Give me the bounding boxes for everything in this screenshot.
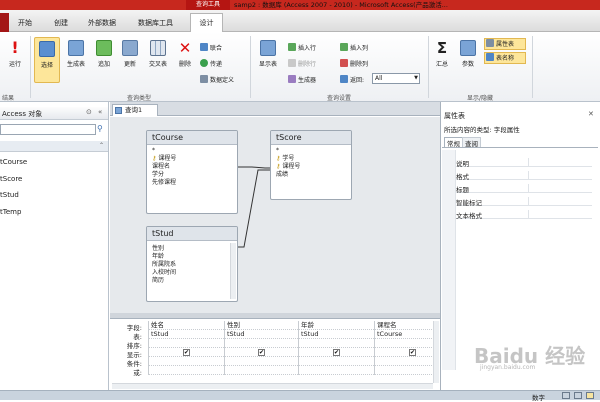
tab-general[interactable]: 常规 xyxy=(444,137,463,148)
tab-lookup[interactable]: 查阅 xyxy=(462,137,481,148)
property-sheet-title: 属性表 xyxy=(444,112,465,120)
row-label-table: 表: xyxy=(133,333,142,341)
grid-table-cell[interactable]: tStud xyxy=(298,330,374,339)
primary-key-icon: ⚷ xyxy=(152,155,157,162)
property-row-description[interactable]: 说明 xyxy=(456,158,592,168)
grid-vertical-scrollbar[interactable] xyxy=(433,321,439,383)
grid-or-cell[interactable] xyxy=(148,366,224,375)
grid-table-cell[interactable]: tCourse xyxy=(374,330,436,339)
datasheet-view-icon[interactable] xyxy=(562,392,570,399)
grid-show-cell: ✔ xyxy=(148,348,224,357)
grid-column-3: 年龄 tStud ✔ xyxy=(298,321,374,375)
grid-column-1: 姓名 tStud ✔ xyxy=(148,321,224,375)
grid-or-cell[interactable] xyxy=(298,366,374,375)
show-checkbox[interactable]: ✔ xyxy=(183,349,190,356)
grid-field-cell[interactable]: 性别 xyxy=(224,321,298,330)
property-value-divider xyxy=(528,184,529,193)
primary-key-icon: ⚷ xyxy=(276,155,281,162)
table-title: tStud xyxy=(147,227,237,241)
property-value-divider xyxy=(528,158,529,167)
table-tcourse[interactable]: tCourse * ⚷ 课程号 课程名 学分 先修课程 xyxy=(146,130,238,214)
property-row-smart-tags[interactable]: 智能标记 xyxy=(456,197,592,207)
grid-row-labels: 字段: 表: 排序: 显示: 条件: 或: xyxy=(112,322,146,377)
row-label-sort: 排序: xyxy=(126,342,142,350)
sql-view-icon[interactable] xyxy=(574,392,582,399)
table-title: tCourse xyxy=(147,131,237,145)
grid-criteria-cell[interactable] xyxy=(148,357,224,366)
relationship-line-course-score xyxy=(237,166,270,169)
grid-or-cell[interactable] xyxy=(374,366,436,375)
field-row[interactable]: 先修课程 xyxy=(147,179,237,187)
row-label-show: 显示: xyxy=(126,351,142,359)
field-row[interactable]: 性别 xyxy=(147,245,237,253)
grid-sort-cell[interactable] xyxy=(224,339,298,348)
grid-sort-cell[interactable] xyxy=(374,339,436,348)
grid-table-cell[interactable]: tStud xyxy=(148,330,224,339)
table-title: tScore xyxy=(271,131,351,145)
status-bar: 数字 xyxy=(0,390,600,402)
property-value-divider xyxy=(528,210,529,219)
field-row[interactable]: 所属院系 xyxy=(147,261,237,269)
property-row-gutter xyxy=(442,150,456,370)
grid-criteria-cell[interactable] xyxy=(374,357,436,366)
grid-horizontal-scrollbar[interactable] xyxy=(112,383,433,389)
show-checkbox[interactable]: ✔ xyxy=(333,349,340,356)
property-value-divider xyxy=(528,171,529,180)
field-row[interactable]: 成绩 xyxy=(271,171,351,179)
close-icon[interactable]: ✕ xyxy=(588,110,594,118)
property-row-caption[interactable]: 标题 xyxy=(456,184,592,194)
field-row[interactable]: 简历 xyxy=(147,277,237,285)
grid-field-cell[interactable]: 课程名 xyxy=(374,321,436,330)
design-view-icon[interactable] xyxy=(586,392,594,399)
grid-show-cell: ✔ xyxy=(224,348,298,357)
table-scrollbar[interactable] xyxy=(230,243,236,299)
grid-show-cell: ✔ xyxy=(374,348,436,357)
grid-column-2: 性别 tStud ✔ xyxy=(224,321,298,375)
field-row[interactable]: 课程名 xyxy=(147,163,237,171)
field-row[interactable]: ⚷ 学号 xyxy=(271,155,351,163)
primary-key-icon: ⚷ xyxy=(276,163,281,170)
grid-field-cell[interactable]: 姓名 xyxy=(148,321,224,330)
field-row[interactable]: 学分 xyxy=(147,171,237,179)
property-row-text-format[interactable]: 文本格式 xyxy=(456,210,592,220)
table-tstud[interactable]: tStud 性别 年龄 所属院系 入校时间 简历 xyxy=(146,226,238,302)
selection-type-label: 所选内容的类型: 字段属性 xyxy=(444,126,520,134)
grid-sort-cell[interactable] xyxy=(148,339,224,348)
grid-criteria-cell[interactable] xyxy=(298,357,374,366)
field-row[interactable]: * xyxy=(147,147,237,155)
field-row[interactable]: ⚷ 课程号 xyxy=(271,163,351,171)
grid-show-cell: ✔ xyxy=(298,348,374,357)
property-tabs-divider xyxy=(442,147,598,148)
grid-criteria-cell[interactable] xyxy=(224,357,298,366)
property-row-format[interactable]: 格式 xyxy=(456,171,592,181)
field-row[interactable]: 年龄 xyxy=(147,253,237,261)
grid-or-cell[interactable] xyxy=(224,366,298,375)
status-num-lock: 数字 xyxy=(532,394,545,402)
grid-table-cell[interactable]: tStud xyxy=(224,330,298,339)
show-checkbox[interactable]: ✔ xyxy=(258,349,265,356)
row-label-or: 或: xyxy=(133,369,142,377)
grid-field-cell[interactable]: 年龄 xyxy=(298,321,374,330)
table-tscore[interactable]: tScore * ⚷ 学号 ⚷ 课程号 成绩 xyxy=(270,130,352,200)
grid-sort-cell[interactable] xyxy=(298,339,374,348)
grid-column-4: 课程名 tCourse ✔ xyxy=(374,321,436,375)
field-row[interactable]: * xyxy=(271,147,351,155)
baidu-watermark-url: jingyan.baidu.com xyxy=(480,364,536,371)
row-label-field: 字段: xyxy=(126,324,142,332)
show-checkbox[interactable]: ✔ xyxy=(409,349,416,356)
row-label-criteria: 条件: xyxy=(126,360,142,368)
property-value-divider xyxy=(528,197,529,206)
field-row[interactable]: 入校时间 xyxy=(147,269,237,277)
field-row[interactable]: ⚷ 课程号 xyxy=(147,155,237,163)
relationship-line-stud-score xyxy=(237,169,270,248)
